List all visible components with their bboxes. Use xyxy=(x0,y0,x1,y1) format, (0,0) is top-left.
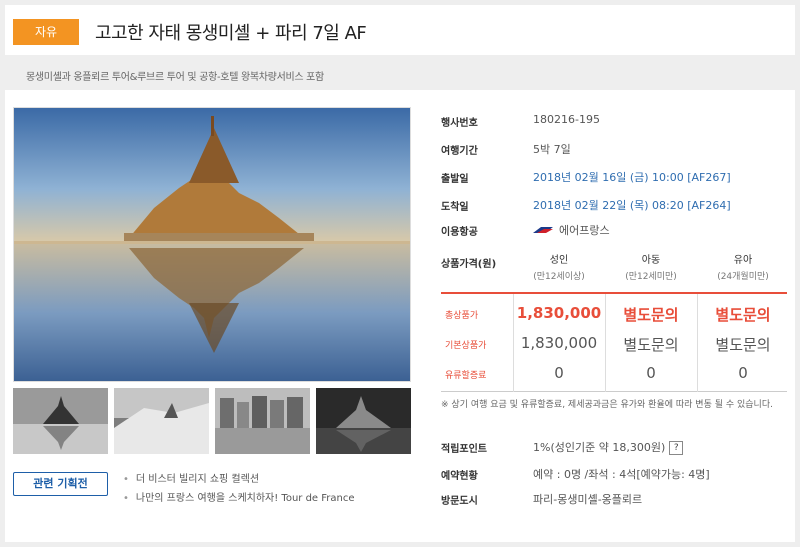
child-age-note: (만12세미만) xyxy=(625,272,677,282)
thumbnail-2[interactable] xyxy=(114,388,209,454)
adult-column-header: 성인 (만12세이상) xyxy=(513,251,605,282)
points-help-button[interactable]: ? xyxy=(669,441,684,455)
thumbnail-strip xyxy=(13,388,411,454)
infant-column-header: 유아 (24개월미만) xyxy=(697,251,789,282)
related-link-2[interactable]: 나만의 프랑스 여행을 스케치하자! Tour de France xyxy=(123,489,355,508)
base-price-adult: 1,830,000 xyxy=(520,334,598,352)
cities-row: 방문도시 파리-몽생미셸-옹플뢰르 xyxy=(441,489,787,509)
fuel-surcharge-row: 유류할증료 0 0 0 xyxy=(441,358,787,389)
fuel-surcharge-adult: 0 xyxy=(554,364,564,382)
airline-name: 에어프랑스 xyxy=(559,224,610,237)
product-panel: 관련 기획전 더 비스터 빌리지 쇼핑 컬렉션 나만의 프랑스 여행을 스케치하… xyxy=(5,90,795,542)
points-value: 1%(성인기준 약 18,300원)? xyxy=(533,439,684,455)
base-price-row: 기본상품가 1,830,000 별도문의 별도문의 xyxy=(441,328,787,359)
main-photo xyxy=(13,107,411,382)
cities-label: 방문도시 xyxy=(441,496,478,507)
infant-label: 유아 xyxy=(733,255,753,266)
period-label: 여행기간 xyxy=(441,146,478,157)
price-notice: ※ 상기 여행 요금 및 유류할증료, 제세공과금은 유가와 환율에 따라 변동… xyxy=(441,400,773,410)
base-price-label: 기본상품가 xyxy=(445,341,487,351)
related-link-1[interactable]: 더 비스터 빌리지 쇼핑 컬렉션 xyxy=(123,470,355,489)
price-header: 상품가격(원) 성인 (만12세이상) 아동 (만12세미만) 유아 (24개월… xyxy=(441,247,787,287)
total-price-label: 총상품가 xyxy=(445,311,479,321)
child-label: 아동 xyxy=(641,255,661,266)
points-label: 적립포인트 xyxy=(441,444,487,455)
arrival-label: 도착일 xyxy=(441,202,469,213)
departure-label: 출발일 xyxy=(441,174,469,185)
related-promotions-list: 더 비스터 빌리지 쇼핑 컬렉션 나만의 프랑스 여행을 스케치하자! Tour… xyxy=(123,470,355,508)
total-price-row: 총상품가 1,830,000 별도문의 별도문의 xyxy=(441,298,787,329)
adult-age-note: (만12세이상) xyxy=(533,272,585,282)
tour-code-row: 행사번호 180216-195 xyxy=(441,111,787,131)
total-price-infant: 별도문의 xyxy=(715,306,771,324)
points-row: 적립포인트 1%(성인기준 약 18,300원)? xyxy=(441,437,787,457)
price-table: 총상품가 1,830,000 별도문의 별도문의 기본상품가 1,830,000… xyxy=(441,292,787,392)
fuel-surcharge-child: 0 xyxy=(646,364,656,382)
reservation-label: 예약현황 xyxy=(441,471,478,482)
reservation-row: 예약현황 예약 : 0명 /좌석 : 4석[예약가능: 4명] xyxy=(441,464,787,484)
infant-age-note: (24개월미만) xyxy=(717,272,769,282)
price-label: 상품가격(원) xyxy=(441,259,497,270)
title-bar: 자유 고고한 자태 몽생미셸 + 파리 7일 AF xyxy=(5,5,795,55)
base-price-child: 별도문의 xyxy=(623,336,679,354)
tour-code: 180216-195 xyxy=(533,113,600,126)
base-price-infant: 별도문의 xyxy=(715,336,771,354)
free-tour-tag: 자유 xyxy=(13,19,79,45)
thumbnail-1[interactable] xyxy=(13,388,108,454)
product-subtitle: 몽생미셸과 옹플뢰르 투어&루브르 투어 및 공항-호텔 왕복차량서비스 포함 xyxy=(26,72,324,83)
air-france-logo-icon xyxy=(533,226,553,237)
airline-label: 이용항공 xyxy=(441,227,478,238)
tour-code-label: 행사번호 xyxy=(441,118,478,129)
points-text: 1%(성인기준 약 18,300원) xyxy=(533,441,666,454)
adult-label: 성인 xyxy=(549,255,569,266)
period: 5박 7일 xyxy=(533,143,571,156)
page-title: 고고한 자태 몽생미셸 + 파리 7일 AF xyxy=(95,23,367,44)
fuel-surcharge-infant: 0 xyxy=(738,364,748,382)
period-row: 여행기간 5박 7일 xyxy=(441,139,787,159)
reservation-status: 예약 : 0명 /좌석 : 4석[예약가능: 4명] xyxy=(533,468,710,481)
arrival-row: 도착일 2018년 02월 22일 (목) 08:20 [AF264] xyxy=(441,195,787,215)
departure-row: 출발일 2018년 02월 16일 (금) 10:00 [AF267] xyxy=(441,167,787,187)
total-price-adult: 1,830,000 xyxy=(516,304,602,322)
child-column-header: 아동 (만12세미만) xyxy=(605,251,697,282)
visited-cities: 파리-몽생미셸-옹플뢰르 xyxy=(533,493,643,506)
related-promotions-button[interactable]: 관련 기획전 xyxy=(13,472,108,496)
total-price-child: 별도문의 xyxy=(623,306,679,324)
fuel-surcharge-label: 유류할증료 xyxy=(445,371,487,381)
thumbnail-3[interactable] xyxy=(215,388,310,454)
arrival-date: 2018년 02월 22일 (목) 08:20 [AF264] xyxy=(533,199,731,212)
airline-row: 이용항공 에어프랑스 xyxy=(441,220,787,240)
departure-date: 2018년 02월 16일 (금) 10:00 [AF267] xyxy=(533,171,731,184)
thumbnail-4[interactable] xyxy=(316,388,411,454)
